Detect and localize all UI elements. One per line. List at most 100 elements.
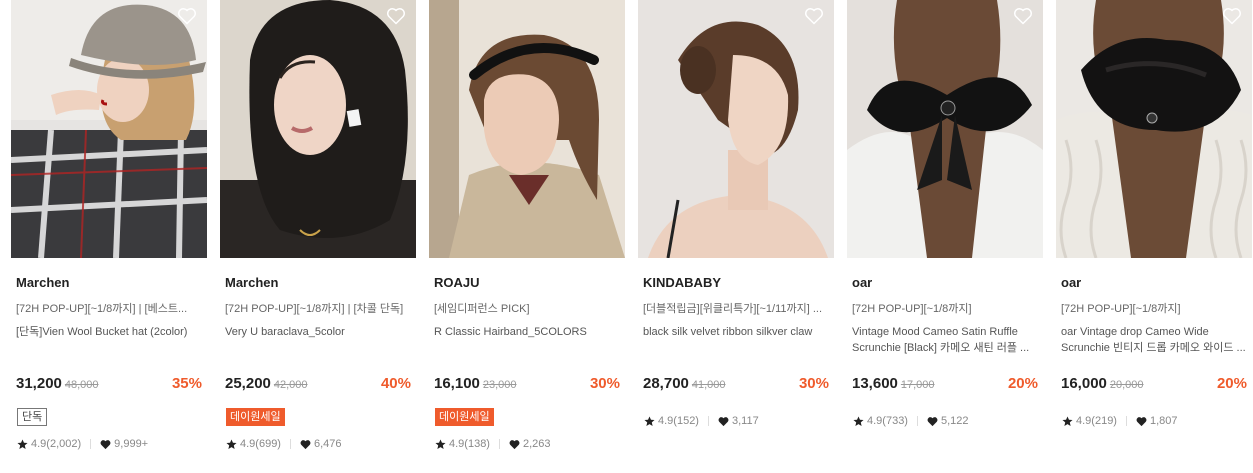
star-icon	[435, 438, 446, 449]
like-count: 9,999+	[114, 438, 149, 450]
rating: 4.9(219)	[1076, 415, 1117, 427]
discount-rate: 20%	[1007, 375, 1038, 392]
product-title[interactable]: [단독]Vien Wool Bucket hat (2color)	[16, 324, 206, 340]
heart-icon	[100, 439, 111, 449]
original-price: 42,000	[273, 379, 308, 391]
brand-name[interactable]: ROAJU	[434, 275, 480, 290]
brand-name[interactable]: Marchen	[16, 275, 69, 290]
product-image[interactable]	[1056, 0, 1252, 258]
rating: 4.9(138)	[449, 438, 490, 450]
product-title[interactable]: black silk velvet ribbon silkver claw	[643, 324, 833, 340]
product-grid: Marchen [72H POP-UP][~1/8까지] | [베스트... […	[0, 0, 1253, 473]
sale-price: 25,200	[225, 375, 271, 392]
rating: 4.9(2,002)	[31, 438, 82, 450]
discount-rate: 20%	[1216, 375, 1247, 392]
star-icon	[226, 438, 237, 449]
product-stats: 4.9(699) 6,476	[226, 438, 342, 450]
product-stats: 4.9(733) 5,122	[853, 415, 969, 427]
sale-badge: 데이원세일	[435, 408, 494, 426]
divider	[1125, 416, 1127, 426]
price: 25,200 42,000	[225, 375, 308, 392]
brand-name[interactable]: oar	[852, 275, 872, 290]
product-image[interactable]	[11, 0, 207, 258]
heart-icon	[1136, 416, 1147, 426]
brand-name[interactable]: Marchen	[225, 275, 278, 290]
product-card[interactable]: KINDABABY [더블적립금][위클리특가][~1/11까지] ... bl…	[638, 0, 834, 473]
star-icon	[644, 415, 655, 426]
product-promo-text[interactable]: [더블적립금][위클리특가][~1/11까지] ...	[643, 300, 831, 316]
wishlist-heart-icon[interactable]	[595, 7, 615, 25]
product-promo-text[interactable]: [세임디퍼런스 PICK]	[434, 300, 622, 316]
product-image[interactable]	[638, 0, 834, 258]
rating: 4.9(152)	[658, 415, 699, 427]
heart-icon	[927, 416, 938, 426]
divider	[916, 416, 918, 426]
product-card[interactable]: oar [72H POP-UP][~1/8까지] oar Vintage dro…	[1056, 0, 1252, 473]
wishlist-heart-icon[interactable]	[177, 7, 197, 25]
original-price: 20,000	[1109, 379, 1144, 391]
sale-price: 16,000	[1061, 375, 1107, 392]
original-price: 23,000	[482, 379, 517, 391]
heart-icon	[718, 416, 729, 426]
original-price: 48,000	[64, 379, 99, 391]
product-stats: 4.9(2,002) 9,999+	[17, 438, 148, 450]
product-card[interactable]: Marchen [72H POP-UP][~1/8까지] | [차콜 단독] V…	[220, 0, 416, 473]
product-promo-text[interactable]: [72H POP-UP][~1/8까지] | [베스트...	[16, 300, 204, 316]
divider	[90, 439, 92, 449]
wishlist-heart-icon[interactable]	[804, 7, 824, 25]
product-stats: 4.9(138) 2,263	[435, 438, 551, 450]
discount-rate: 30%	[798, 375, 829, 392]
product-card[interactable]: oar [72H POP-UP][~1/8까지] Vintage Mood Ca…	[847, 0, 1043, 473]
product-image[interactable]	[429, 0, 625, 258]
brand-name[interactable]: oar	[1061, 275, 1081, 290]
sale-badge: 데이원세일	[226, 408, 285, 426]
exclusive-badge: 단독	[17, 408, 48, 426]
price: 31,200 48,000	[16, 375, 99, 392]
original-price: 17,000	[900, 379, 935, 391]
like-count: 2,263	[522, 438, 551, 450]
divider	[498, 439, 500, 449]
product-stats: 4.9(152) 3,117	[644, 415, 759, 427]
wishlist-heart-icon[interactable]	[1013, 7, 1033, 25]
like-count: 1,807	[1149, 415, 1178, 427]
star-icon	[1062, 415, 1073, 426]
wishlist-heart-icon[interactable]	[1222, 7, 1242, 25]
product-promo-text[interactable]: [72H POP-UP][~1/8까지]	[852, 300, 1040, 316]
product-card[interactable]: Marchen [72H POP-UP][~1/8까지] | [베스트... […	[11, 0, 207, 473]
rating: 4.9(733)	[867, 415, 908, 427]
original-price: 41,000	[691, 379, 726, 391]
price: 13,600 17,000	[852, 375, 935, 392]
product-card[interactable]: ROAJU [세임디퍼런스 PICK] R Classic Hairband_5…	[429, 0, 625, 473]
discount-rate: 30%	[589, 375, 620, 392]
price: 16,000 20,000	[1061, 375, 1144, 392]
discount-rate: 40%	[380, 375, 411, 392]
sale-price: 28,700	[643, 375, 689, 392]
product-image[interactable]	[220, 0, 416, 258]
rating: 4.9(699)	[240, 438, 281, 450]
heart-icon	[509, 439, 520, 449]
product-title[interactable]: Vintage Mood Cameo Satin Ruffle Scrunchi…	[852, 324, 1042, 356]
product-stats: 4.9(219) 1,807	[1062, 415, 1178, 427]
product-promo-text[interactable]: [72H POP-UP][~1/8까지] | [차콜 단독]	[225, 300, 413, 316]
like-count: 6,476	[313, 438, 342, 450]
star-icon	[17, 438, 28, 449]
like-count: 3,117	[731, 415, 759, 427]
product-promo-text[interactable]: [72H POP-UP][~1/8까지]	[1061, 300, 1249, 316]
product-title[interactable]: oar Vintage drop Cameo Wide Scrunchie 빈티…	[1061, 324, 1251, 356]
divider	[289, 439, 291, 449]
star-icon	[853, 415, 864, 426]
product-title[interactable]: R Classic Hairband_5COLORS	[434, 324, 624, 340]
like-count: 5,122	[940, 415, 969, 427]
price: 16,100 23,000	[434, 375, 517, 392]
brand-name[interactable]: KINDABABY	[643, 275, 721, 290]
divider	[707, 416, 709, 426]
discount-rate: 35%	[171, 375, 202, 392]
wishlist-heart-icon[interactable]	[386, 7, 406, 25]
sale-price: 13,600	[852, 375, 898, 392]
product-image[interactable]	[847, 0, 1043, 258]
heart-icon	[300, 439, 311, 449]
price: 28,700 41,000	[643, 375, 726, 392]
product-title[interactable]: Very U baraclava_5color	[225, 324, 415, 340]
sale-price: 16,100	[434, 375, 480, 392]
sale-price: 31,200	[16, 375, 62, 392]
